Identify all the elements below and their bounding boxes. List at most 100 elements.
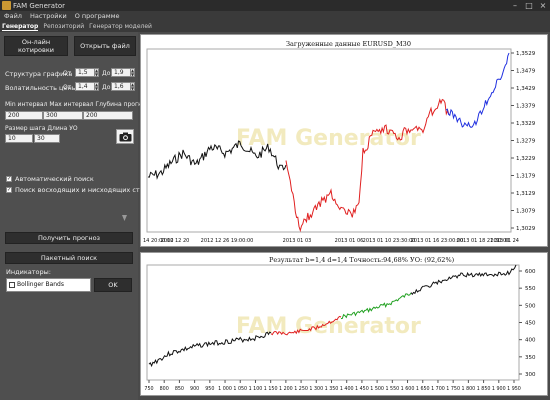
- x-tick-label: 2013 01 16 23:00:00: [411, 238, 464, 244]
- x-tick-label: 2013 01 24: [490, 238, 519, 244]
- app-icon: [2, 1, 11, 10]
- max-interval-input[interactable]: 300: [43, 111, 83, 120]
- structure-from-input[interactable]: 1,5: [75, 68, 95, 77]
- length-input[interactable]: 30: [34, 134, 60, 143]
- x-tick-label: 2013 01 10 23:30:00: [363, 238, 416, 244]
- x-tick-label: 1 000: [218, 386, 232, 392]
- tab-repository[interactable]: Репозиторий: [43, 23, 84, 30]
- x-tick-label: 750: [144, 386, 153, 392]
- structure-from-label: От: [63, 70, 72, 77]
- volatility-to-label: До: [102, 84, 111, 91]
- batch-search-button[interactable]: Пакетный поиск: [5, 252, 133, 264]
- menu-bar: Файл Настройки О программе: [0, 11, 550, 21]
- auto-search-label: Автоматический поиск: [15, 175, 94, 183]
- forecast-series-line: [445, 52, 510, 128]
- y-tick-label: 1,3179: [516, 174, 536, 180]
- price-chart-watermark: FAM Generator: [236, 126, 421, 151]
- camera-icon: [119, 132, 131, 141]
- structure-from-stepper[interactable]: ▲ ▼: [94, 68, 99, 77]
- x-tick-label: 1 700: [431, 386, 445, 392]
- x-tick-label: 1 350: [325, 386, 339, 392]
- volatility-from-stepper[interactable]: ▲ ▼: [94, 82, 99, 91]
- online-quotes-button[interactable]: Он-лайн котировки: [4, 36, 68, 56]
- y-tick-label: 350: [525, 355, 536, 361]
- minimize-button[interactable]: –: [508, 0, 522, 11]
- volatility-to-stepper[interactable]: ▲ ▼: [130, 82, 135, 91]
- indicators-list: Bollinger Bands: [6, 278, 91, 292]
- model-series-line: [285, 98, 450, 233]
- y-tick-label: 1,3279: [516, 139, 536, 145]
- y-tick-label: 1,3429: [516, 86, 536, 92]
- x-tick-label: 1 400: [340, 386, 354, 392]
- y-tick-label: 1,3079: [516, 209, 536, 215]
- x-tick-label: 1 950: [507, 386, 521, 392]
- screenshot-button[interactable]: [116, 129, 134, 144]
- checkbox-checked-icon: ✓: [6, 176, 12, 182]
- x-tick-label: 1 800: [462, 386, 476, 392]
- result-chart: Результат b=1,4 d=1,4 Точность:94,68% УО…: [140, 252, 548, 396]
- y-tick-label: 450: [525, 321, 536, 327]
- x-tick-label: 1 500: [370, 386, 384, 392]
- result-chart-watermark: FAM Generator: [236, 314, 421, 339]
- volatility-from-label: От: [63, 84, 72, 91]
- x-tick-label: 1 250: [294, 386, 308, 392]
- x-tick-label: 800: [160, 386, 169, 392]
- x-tick-label: 1 750: [446, 386, 460, 392]
- checkbox-icon: [9, 281, 15, 288]
- x-tick-label: 1 850: [477, 386, 491, 392]
- volatility-to-input[interactable]: 1,6: [111, 82, 131, 91]
- min-interval-input[interactable]: 200: [5, 111, 43, 120]
- menu-about[interactable]: О программе: [75, 12, 120, 20]
- y-tick-label: 600: [525, 269, 536, 275]
- tab-generator[interactable]: Генератор: [2, 23, 39, 31]
- checkbox-checked-icon: ✓: [6, 187, 12, 193]
- structure-to-stepper[interactable]: ▲ ▼: [130, 68, 135, 77]
- ok-button[interactable]: OK: [94, 278, 132, 292]
- price-chart-svg: FAM Generator 1,3529 1,3479 1,3429 1,3379 1,…: [143, 48, 536, 244]
- y-tick-label: 1,3229: [516, 156, 536, 162]
- y-tick-label: 300: [525, 372, 536, 378]
- close-button[interactable]: ×: [536, 0, 550, 11]
- forecast-depth-input[interactable]: 200: [83, 111, 133, 120]
- y-tick-label: 1,3479: [516, 69, 536, 75]
- x-tick-label: 2012 12 26 19:00:00: [201, 238, 254, 244]
- open-file-button[interactable]: Открыть файл: [74, 36, 136, 56]
- menu-file[interactable]: Файл: [4, 12, 22, 20]
- x-tick-label: 950: [205, 386, 214, 392]
- list-item[interactable]: Bollinger Bands: [7, 279, 90, 290]
- x-tick-label: 2013 01 06: [335, 238, 364, 244]
- interval-header: Min интервал Max интервал Глубина прогно…: [5, 101, 153, 108]
- x-tick-label: 2013 01 03: [283, 238, 312, 244]
- y-tick-label: 500: [525, 303, 536, 309]
- y-tick-label: 1,3129: [516, 191, 536, 197]
- y-tick-label: 400: [525, 338, 536, 344]
- result-chart-svg: FAM Generator 600 550 500 450 400 350 300 750 8…: [144, 264, 536, 392]
- x-tick-label: 1 600: [401, 386, 415, 392]
- tab-model-generator[interactable]: Генератор моделей: [89, 23, 152, 30]
- get-forecast-button[interactable]: Получить прогноз: [5, 232, 133, 244]
- structure-to-input[interactable]: 1,9: [111, 68, 131, 77]
- title-bar: FAM Generator – □ ×: [0, 0, 550, 11]
- y-tick-label: 1,3029: [516, 226, 536, 232]
- y-tick-label: 1,3379: [516, 104, 536, 110]
- y-tick-label: 1,3329: [516, 121, 536, 127]
- x-tick-label: 850: [175, 386, 184, 392]
- volatility-from-input[interactable]: 1,4: [75, 82, 95, 91]
- x-tick-label: 900: [190, 386, 199, 392]
- indicators-label: Индикаторы:: [6, 268, 51, 276]
- step-size-input[interactable]: 10: [5, 134, 33, 143]
- y-tick-label: 1,3529: [516, 51, 536, 57]
- top-buttons: Он-лайн котировки Открыть файл: [4, 36, 136, 56]
- tab-bar: Генератор Репозиторий Генератор моделей: [0, 21, 550, 32]
- x-tick-label: 2012 12 20: [161, 238, 190, 244]
- x-tick-label: 1 200: [279, 386, 293, 392]
- auto-search-checkbox[interactable]: ✓ Автоматический поиск: [6, 175, 94, 183]
- x-tick-label: 1 050: [233, 386, 247, 392]
- y-tick-label: 550: [525, 286, 536, 292]
- x-tick-label: 1 100: [249, 386, 263, 392]
- indicator-label: Bollinger Bands: [17, 281, 64, 288]
- menu-settings[interactable]: Настройки: [30, 12, 67, 20]
- x-tick-label: 1 450: [355, 386, 369, 392]
- step-length-header: Размер шага Длина УО: [5, 125, 78, 132]
- maximize-button[interactable]: □: [522, 0, 536, 11]
